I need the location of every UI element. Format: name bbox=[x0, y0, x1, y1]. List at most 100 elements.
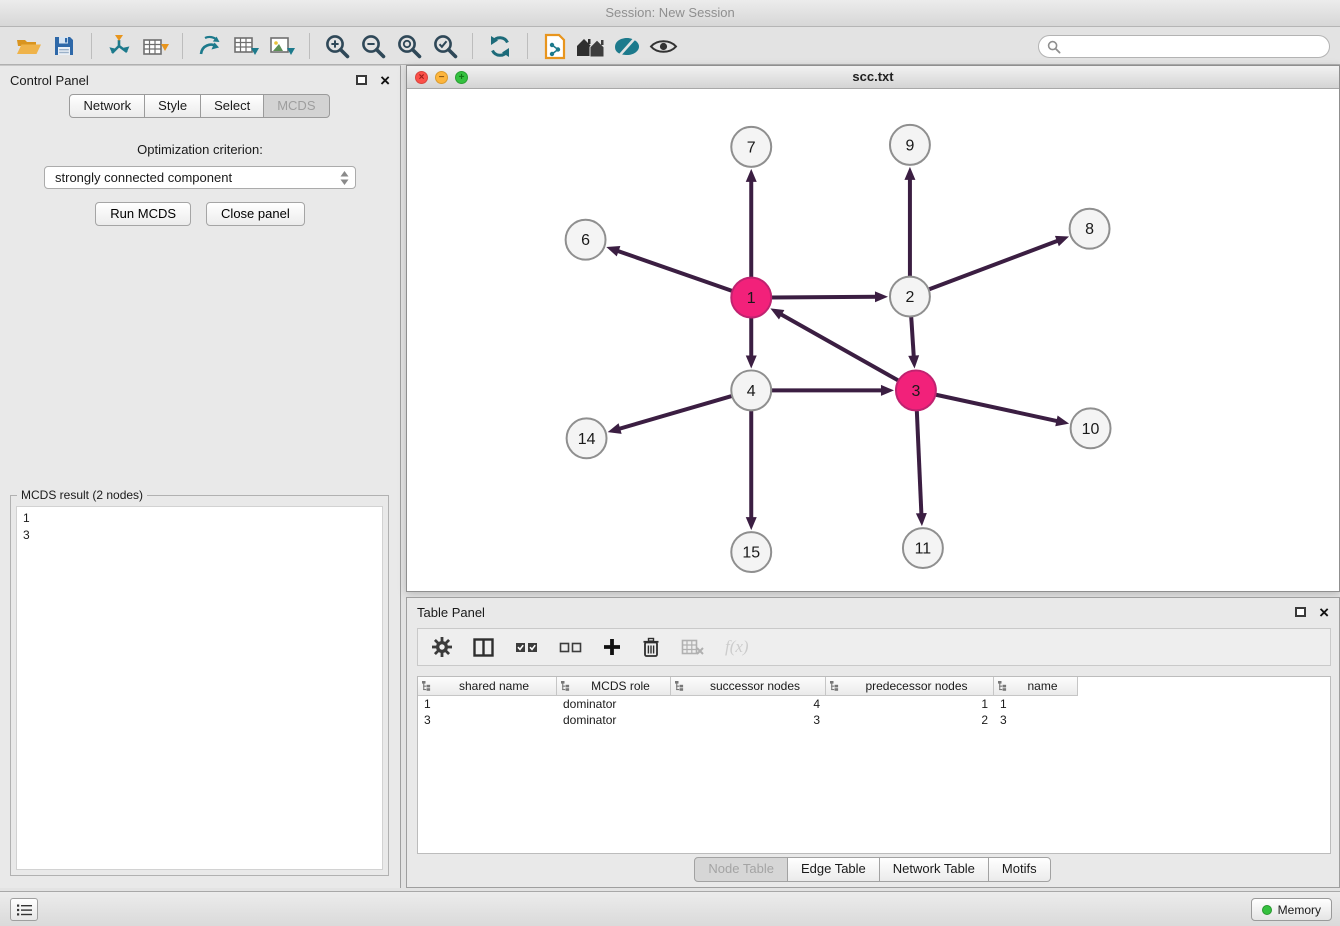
table-panel-header: Table Panel × bbox=[407, 598, 1339, 626]
style-brush-icon bbox=[613, 35, 641, 58]
import-network-button[interactable] bbox=[101, 31, 137, 62]
tab-style[interactable]: Style bbox=[144, 94, 201, 118]
show-columns-button[interactable] bbox=[473, 638, 494, 657]
delete-table-button bbox=[681, 639, 704, 656]
show-hide-button[interactable] bbox=[645, 31, 681, 62]
edge-3-1[interactable] bbox=[779, 313, 898, 380]
cell-shared-name[interactable]: 1 bbox=[418, 697, 557, 711]
cell-predecessor-nodes[interactable]: 1 bbox=[826, 697, 994, 711]
home-panels-button[interactable] bbox=[573, 31, 609, 62]
table-settings-button[interactable] bbox=[432, 637, 452, 657]
float-panel-icon[interactable] bbox=[1295, 607, 1306, 617]
save-session-button[interactable] bbox=[46, 31, 82, 62]
mcds-result-fieldset: MCDS result (2 nodes) 1 3 bbox=[10, 495, 389, 876]
network-graph[interactable]: 7968124314101511 bbox=[407, 89, 1339, 591]
status-bar: Memory bbox=[0, 891, 1340, 926]
zoom-window-button[interactable]: + bbox=[455, 71, 468, 84]
edge-3-10[interactable] bbox=[935, 395, 1059, 422]
node-label-14: 14 bbox=[578, 431, 596, 448]
cell-successor-nodes[interactable]: 3 bbox=[671, 713, 826, 727]
zoom-fit-button[interactable] bbox=[391, 31, 427, 62]
network-window-titlebar[interactable]: × − + scc.txt bbox=[407, 66, 1339, 89]
open-session-button[interactable] bbox=[10, 31, 46, 62]
column-header-label: name bbox=[1012, 679, 1073, 693]
create-column-button[interactable] bbox=[603, 638, 621, 656]
edge-arrow-3-10 bbox=[1055, 416, 1069, 427]
table-header-row: shared name MCDS role successor nodes pr… bbox=[418, 677, 1330, 696]
network-view-window: × − + scc.txt 7968124314101511 bbox=[406, 65, 1340, 592]
edge-2-8[interactable] bbox=[929, 240, 1060, 290]
edge-1-6[interactable] bbox=[616, 250, 733, 291]
tab-edge-table[interactable]: Edge Table bbox=[787, 857, 880, 882]
network-window-title: scc.txt bbox=[852, 69, 893, 84]
edge-1-2[interactable] bbox=[771, 297, 878, 298]
apply-style-button[interactable] bbox=[609, 31, 645, 62]
unselect-all-columns-button[interactable] bbox=[559, 641, 582, 654]
cell-mcds-role[interactable]: dominator bbox=[557, 697, 671, 711]
table-row[interactable]: 3 dominator 3 2 3 bbox=[418, 712, 1330, 728]
home-icon bbox=[575, 35, 607, 58]
criterion-select[interactable]: strongly connected component bbox=[44, 166, 356, 189]
close-panel-icon[interactable]: × bbox=[380, 72, 390, 89]
cell-name[interactable]: 3 bbox=[994, 713, 1078, 727]
node-label-9: 9 bbox=[905, 137, 914, 154]
export-table-button[interactable] bbox=[228, 31, 264, 62]
table-row[interactable]: 1 dominator 4 1 1 bbox=[418, 696, 1330, 712]
search-input[interactable] bbox=[1038, 35, 1330, 58]
float-panel-icon[interactable] bbox=[356, 75, 367, 85]
mcds-result-list[interactable]: 1 3 bbox=[16, 506, 383, 870]
network-canvas[interactable]: 7968124314101511 bbox=[407, 89, 1339, 591]
cell-successor-nodes[interactable]: 4 bbox=[671, 697, 826, 711]
tab-mcds[interactable]: MCDS bbox=[263, 94, 329, 118]
tab-motifs[interactable]: Motifs bbox=[988, 857, 1051, 882]
column-type-icon bbox=[422, 681, 433, 691]
mcds-result-title: MCDS result (2 nodes) bbox=[17, 488, 147, 502]
cell-shared-name[interactable]: 3 bbox=[418, 713, 557, 727]
import-table-button[interactable] bbox=[137, 31, 173, 62]
column-header-predecessor-nodes[interactable]: predecessor nodes bbox=[826, 677, 994, 696]
eye-icon bbox=[649, 37, 678, 56]
column-header-mcds-role[interactable]: MCDS role bbox=[557, 677, 671, 696]
close-window-button[interactable]: × bbox=[415, 71, 428, 84]
memory-button[interactable]: Memory bbox=[1251, 898, 1332, 921]
edge-2-3[interactable] bbox=[911, 317, 914, 359]
zoom-in-button[interactable] bbox=[319, 31, 355, 62]
export-network-button[interactable] bbox=[192, 31, 228, 62]
edge-arrow-1-6 bbox=[606, 246, 620, 256]
select-all-columns-button[interactable] bbox=[515, 641, 538, 654]
control-panel-header: Control Panel × bbox=[0, 66, 400, 94]
delete-table-icon bbox=[681, 639, 704, 656]
cell-predecessor-nodes[interactable]: 2 bbox=[826, 713, 994, 727]
cell-name[interactable]: 1 bbox=[994, 697, 1078, 711]
refresh-layout-button[interactable] bbox=[482, 31, 518, 62]
tab-network-table[interactable]: Network Table bbox=[879, 857, 989, 882]
edge-3-11[interactable] bbox=[917, 410, 922, 516]
zoom-out-icon bbox=[360, 33, 387, 60]
delete-column-button[interactable] bbox=[642, 637, 660, 658]
zoom-out-button[interactable] bbox=[355, 31, 391, 62]
column-header-shared-name[interactable]: shared name bbox=[418, 677, 557, 696]
node-label-6: 6 bbox=[581, 232, 590, 249]
close-panel-icon[interactable]: × bbox=[1319, 604, 1329, 621]
tab-select[interactable]: Select bbox=[200, 94, 264, 118]
column-header-successor-nodes[interactable]: successor nodes bbox=[671, 677, 826, 696]
close-panel-button[interactable]: Close panel bbox=[206, 202, 305, 226]
toolbar-separator bbox=[472, 33, 473, 59]
cell-mcds-role[interactable]: dominator bbox=[557, 713, 671, 727]
criterion-select-value: strongly connected component bbox=[55, 170, 340, 185]
function-builder-button: f(x) bbox=[725, 637, 749, 657]
column-header-name[interactable]: name bbox=[994, 677, 1078, 696]
edge-4-14[interactable] bbox=[617, 396, 732, 429]
run-mcds-button[interactable]: Run MCDS bbox=[95, 202, 191, 226]
tab-network[interactable]: Network bbox=[69, 94, 145, 118]
tab-node-table[interactable]: Node Table bbox=[694, 857, 788, 882]
document-network-button[interactable] bbox=[537, 31, 573, 62]
zoom-selected-button[interactable] bbox=[427, 31, 463, 62]
task-history-button[interactable] bbox=[10, 898, 38, 921]
minimize-window-button[interactable]: − bbox=[435, 71, 448, 84]
column-type-icon bbox=[998, 681, 1009, 691]
node-label-8: 8 bbox=[1085, 221, 1094, 238]
mcds-result-line: 3 bbox=[23, 527, 376, 544]
node-table[interactable]: shared name MCDS role successor nodes pr… bbox=[417, 676, 1331, 854]
export-image-button[interactable] bbox=[264, 31, 300, 62]
